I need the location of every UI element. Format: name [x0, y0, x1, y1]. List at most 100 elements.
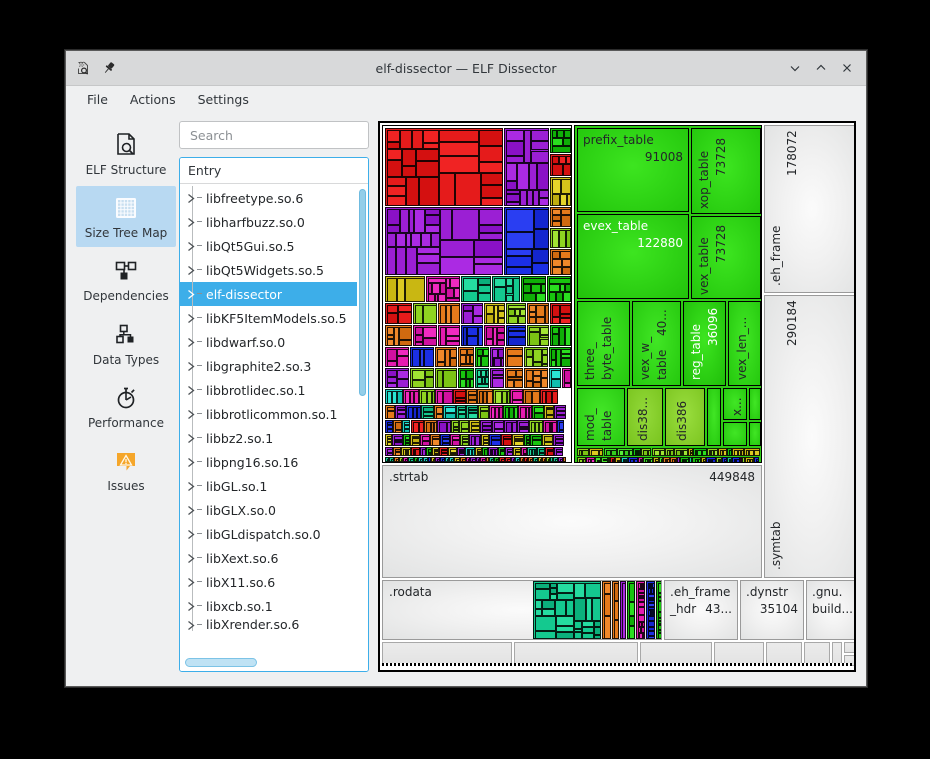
- treemap-group[interactable]: [492, 420, 505, 433]
- treemap-leaf[interactable]: [406, 177, 419, 206]
- treemap-leaf[interactable]: [443, 370, 457, 388]
- maximize-button[interactable]: [808, 55, 834, 81]
- treemap-group[interactable]: [674, 448, 687, 456]
- treemap-leaf[interactable]: [531, 151, 549, 163]
- treemap-group[interactable]: [527, 303, 549, 324]
- treemap-leaf[interactable]: [481, 185, 503, 198]
- treemap-group[interactable]: [457, 447, 465, 456]
- tree-row[interactable]: libpng16.so.16: [180, 450, 357, 474]
- treemap-group[interactable]: [490, 347, 504, 367]
- treemap-group[interactable]: [545, 447, 554, 456]
- treemap-leaf[interactable]: [416, 149, 439, 161]
- treemap-leaf[interactable]: [574, 621, 583, 629]
- treemap-group[interactable]: [652, 448, 665, 456]
- treemap-group[interactable]: [401, 447, 411, 456]
- treemap-cell-rodata[interactable]: .rodata 159072: [382, 580, 662, 640]
- treemap-group[interactable]: [665, 448, 675, 456]
- treemap-leaf[interactable]: [431, 233, 440, 248]
- treemap-leaf[interactable]: [479, 146, 503, 162]
- treemap-leaf[interactable]: [478, 285, 491, 293]
- treemap-leaf[interactable]: [387, 186, 406, 196]
- treemap-leaf[interactable]: [654, 450, 661, 456]
- sidebar-item-issues[interactable]: Issues: [76, 439, 176, 500]
- treemap-group[interactable]: [543, 420, 557, 433]
- treemap-group[interactable]: [504, 420, 517, 433]
- treemap-leaf[interactable]: [508, 316, 518, 324]
- treemap-leaf[interactable]: [397, 349, 409, 356]
- tree-row[interactable]: libdwarf.so.0: [180, 330, 357, 354]
- treemap-leaf[interactable]: [405, 278, 425, 302]
- treemap-leaf[interactable]: [467, 336, 478, 346]
- treemap-leaf[interactable]: [506, 130, 524, 141]
- treemap-cell-unnamed-c[interactable]: [749, 388, 761, 420]
- treemap-leaf[interactable]: [552, 334, 559, 346]
- treemap-leaf[interactable]: [507, 370, 516, 377]
- chevron-right-icon[interactable]: [187, 312, 196, 323]
- treemap-group[interactable]: [504, 207, 549, 275]
- chevron-right-icon[interactable]: [187, 432, 196, 443]
- treemap-leaf[interactable]: [415, 342, 423, 346]
- treemap-group[interactable]: [421, 405, 434, 419]
- scrollbar-thumb[interactable]: [185, 658, 257, 667]
- treemap-group[interactable]: [744, 448, 760, 456]
- chevron-right-icon[interactable]: [187, 552, 196, 563]
- treemap-leaf[interactable]: [506, 278, 513, 286]
- treemap-leaf[interactable]: [494, 429, 505, 433]
- treemap-leaf[interactable]: [423, 143, 439, 150]
- treemap-group[interactable]: [393, 420, 403, 433]
- sidebar-item-performance[interactable]: Performance: [76, 376, 176, 437]
- treemap-group[interactable]: [550, 207, 571, 227]
- treemap-group[interactable]: [392, 434, 403, 446]
- treemap-group[interactable]: [512, 434, 524, 446]
- treemap-group[interactable]: [503, 405, 518, 419]
- treemap-group[interactable]: [577, 448, 589, 456]
- treemap-group[interactable]: [670, 457, 677, 463]
- treemap-leaf[interactable]: [520, 190, 527, 206]
- treemap-leaf[interactable]: [446, 288, 454, 298]
- treemap-leaf[interactable]: [541, 284, 546, 292]
- treemap-leaf[interactable]: [423, 327, 437, 338]
- treemap-group[interactable]: [438, 325, 460, 346]
- treemap-leaf[interactable]: [494, 358, 501, 367]
- treemap-leaf[interactable]: [387, 411, 395, 419]
- tree-row[interactable]: libharfbuzz.so.0: [180, 210, 357, 234]
- treemap-leaf[interactable]: [557, 593, 574, 600]
- treemap-leaf[interactable]: [483, 349, 489, 356]
- treemap-group[interactable]: [430, 434, 440, 446]
- treemap-group[interactable]: [426, 276, 460, 302]
- treemap-leaf[interactable]: [416, 161, 439, 177]
- treemap-leaf[interactable]: [559, 430, 565, 433]
- treemap-cell-symtab[interactable]: .symtab 290184: [764, 295, 856, 578]
- treemap-leaf[interactable]: [399, 340, 412, 346]
- treemap-cell-vex_len[interactable]: vex_len_...: [728, 301, 761, 386]
- menu-actions[interactable]: Actions: [121, 89, 185, 110]
- treemap-group[interactable]: [385, 405, 395, 419]
- treemap-leaf[interactable]: [455, 401, 466, 404]
- treemap-group[interactable]: [413, 303, 437, 324]
- treemap-leaf[interactable]: [461, 429, 469, 433]
- treemap-leaf[interactable]: [638, 607, 645, 616]
- treemap-group[interactable]: [385, 368, 409, 388]
- chevron-right-icon[interactable]: [187, 528, 196, 539]
- treemap-group[interactable]: [518, 405, 532, 419]
- treemap-leaf[interactable]: [506, 295, 513, 302]
- treemap-leaf[interactable]: [540, 339, 549, 346]
- treemap-leaf[interactable]: [400, 209, 408, 233]
- treemap-leaf[interactable]: [423, 416, 434, 419]
- treemap-leaf[interactable]: [494, 278, 506, 287]
- treemap-group[interactable]: [492, 276, 520, 302]
- treemap-leaf[interactable]: [519, 429, 529, 433]
- treemap-cell-unnamed-d[interactable]: [749, 422, 761, 446]
- treemap-group[interactable]: [524, 347, 548, 367]
- menu-settings[interactable]: Settings: [189, 89, 258, 110]
- treemap-region-tables[interactable]: prefix_table 91008 evex_table 122880 xop…: [574, 125, 762, 463]
- treemap-leaf[interactable]: [655, 462, 659, 463]
- treemap-leaf[interactable]: [533, 349, 543, 362]
- treemap-leaf[interactable]: [412, 380, 425, 388]
- treemap-leaf[interactable]: [567, 194, 571, 206]
- treemap-leaf[interactable]: [481, 198, 503, 206]
- treemap-cell-reg_table[interactable]: reg_table 36096: [683, 301, 726, 386]
- treemap-group[interactable]: [420, 434, 430, 446]
- treemap-leaf[interactable]: [492, 378, 504, 388]
- treemap-leaf[interactable]: [506, 267, 532, 275]
